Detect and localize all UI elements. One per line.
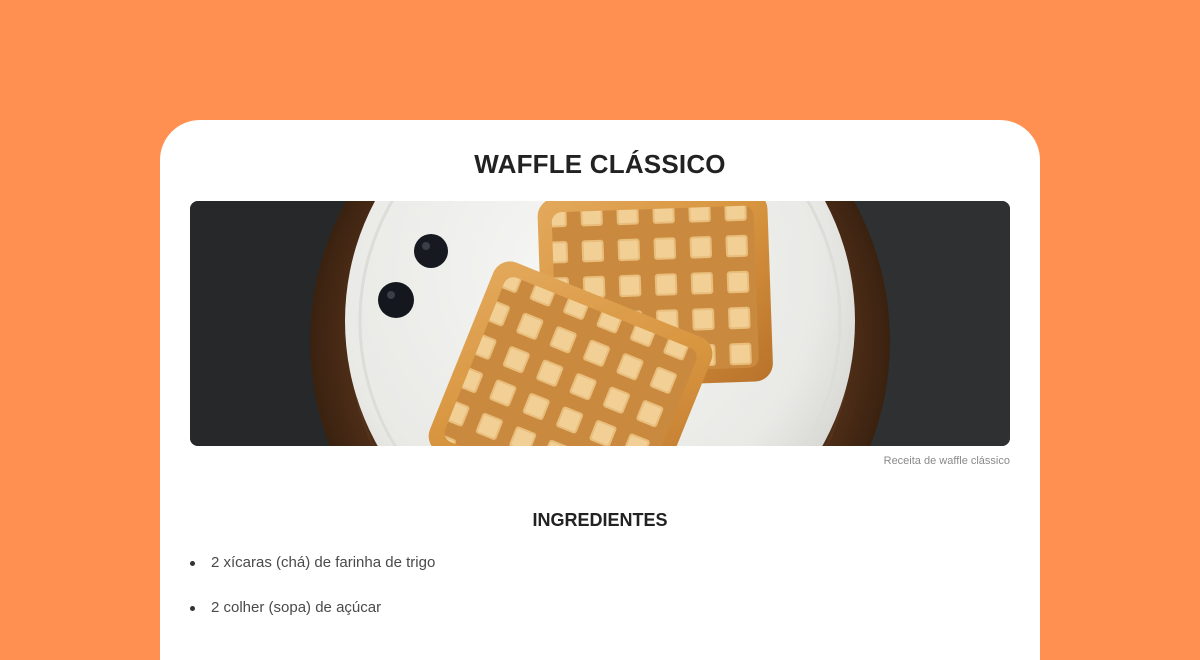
photo-caption: Receita de waffle clássico [883, 455, 1010, 467]
bullet-icon [190, 606, 195, 611]
list-item: 2 xícaras (chá) de farinha de trigo [190, 552, 435, 574]
recipe-photo [190, 201, 1010, 446]
recipe-title: WAFFLE CLÁSSICO [474, 149, 726, 179]
bullet-icon [190, 561, 195, 566]
ingredient-text: 2 xícaras (chá) de farinha de trigo [211, 554, 436, 571]
ingredients-heading: INGREDIENTES [532, 510, 668, 530]
ingredients-list: 2 xícaras (chá) de farinha de trigo 2 co… [190, 552, 435, 642]
ingredient-text: 2 colher (sopa) de açúcar [211, 599, 382, 616]
list-item: 2 colher (sopa) de açúcar [190, 597, 435, 619]
